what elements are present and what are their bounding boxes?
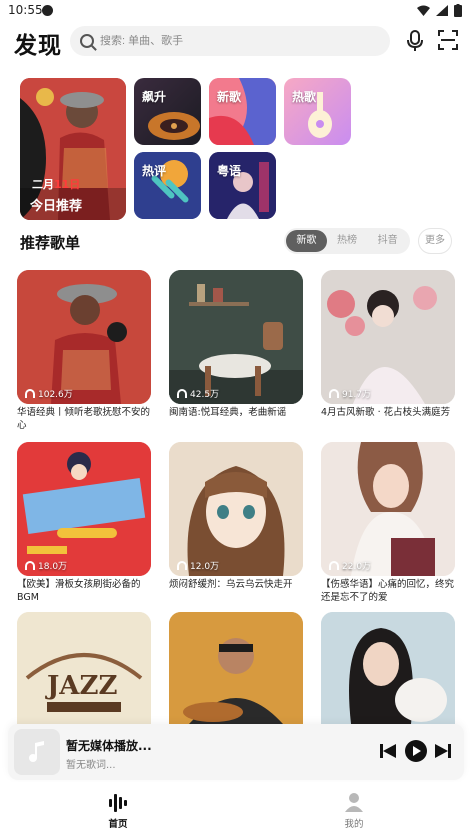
playlist-cover: 18.0万 [17, 442, 151, 576]
signal-icon [436, 5, 448, 16]
wifi-icon [417, 5, 430, 16]
previous-track-icon[interactable] [380, 744, 396, 758]
cantonese-tile[interactable]: 粤语 [209, 152, 276, 219]
hot-songs-tile[interactable]: 热歌 [284, 78, 351, 145]
headphone-icon [25, 389, 35, 398]
player-lyric: 暂无歌词... [66, 760, 116, 771]
header: 发现 [0, 24, 472, 60]
play-count: 91.7万 [329, 387, 371, 400]
more-button[interactable]: 更多 [418, 228, 452, 254]
playlist-card[interactable]: 18.0万 【欧美】滑板女孩刷街必备的BGM [17, 442, 151, 604]
tab-new[interactable]: 新歌 [286, 230, 327, 252]
player-title: 暂无媒体播放... [66, 739, 152, 753]
cantonese-label: 粤语 [217, 164, 242, 178]
headphone-icon [177, 561, 187, 570]
playlist-cover [169, 612, 303, 724]
music-note-icon [29, 741, 44, 762]
playlist-card[interactable] [321, 612, 455, 724]
hot-comments-tile[interactable]: 热评 [134, 152, 201, 219]
player-artwork [14, 729, 60, 775]
rising-label: 飙升 [142, 90, 167, 104]
hot-songs-label: 热歌 [292, 90, 317, 104]
discover-screen: 10:55 发现 搜索: 单曲、歌手 二月11日 今日推荐 飙升 新歌 热歌 热… [0, 0, 472, 839]
hot-comments-label: 热评 [142, 164, 167, 178]
tab-douyin[interactable]: 抖音 [367, 230, 408, 252]
playlist-card[interactable]: 91.7万 4月古风新歌 · 花占枝头满庭芳 [321, 270, 455, 432]
notification-icon [42, 5, 53, 16]
featured-title: 今日推荐 [30, 199, 83, 214]
cover-art [169, 612, 303, 724]
play-count: 102.6万 [25, 387, 73, 400]
playlist-title: 【欧美】滑板女孩刷街必备的BGM [17, 579, 141, 603]
status-bar: 10:55 [0, 0, 472, 22]
rising-chart-tile[interactable]: 飙升 [134, 78, 201, 145]
nav-item-home[interactable]: 首页 [88, 792, 148, 830]
playlist-tab-group: 新歌 热榜 抖音 [284, 228, 410, 254]
play-count: 22.0万 [329, 559, 371, 572]
cover-art [17, 442, 151, 576]
nav-label-mine: 我的 [344, 819, 364, 830]
page-title: 发现 [14, 33, 62, 59]
gift-icon [36, 88, 54, 106]
headphone-icon [25, 561, 35, 570]
section-title: 推荐歌单 [20, 234, 81, 252]
playlist-title: 4月古风新歌 · 花占枝头满庭芳 [321, 407, 451, 418]
playlist-cover: 91.7万 [321, 270, 455, 404]
playlist-title: 烦闷舒缓剂：乌云乌云快走开 [169, 579, 293, 590]
daily-recommend-tile[interactable]: 二月11日 今日推荐 [20, 78, 126, 220]
featured-date: 二月11日 [32, 178, 81, 191]
playlist-card[interactable]: JAZZ [17, 612, 151, 724]
playlist-card[interactable] [169, 612, 303, 724]
battery-icon [454, 4, 462, 17]
play-count: 12.0万 [177, 559, 219, 572]
next-track-icon[interactable] [435, 744, 451, 758]
headphone-icon [329, 389, 339, 398]
play-icon[interactable] [405, 740, 427, 762]
cover-art [321, 612, 455, 724]
cover-art [321, 270, 455, 404]
new-songs-label: 新歌 [217, 90, 242, 104]
new-songs-tile[interactable]: 新歌 [209, 78, 276, 145]
playlist-card[interactable]: 42.5万 闽南语:悦耳经典，老曲新谣 [169, 270, 303, 432]
cover-art [321, 442, 455, 576]
playlist-cover: JAZZ [17, 612, 151, 724]
play-count: 42.5万 [177, 387, 219, 400]
search-icon [80, 34, 94, 48]
cover-art [169, 442, 303, 576]
playlist-card[interactable]: 22.0万 【伤感华语】心痛的回忆，终究还是忘不了的爱 [321, 442, 455, 604]
svg-text:JAZZ: JAZZ [45, 671, 117, 701]
scan-icon[interactable] [438, 30, 458, 50]
cover-art [169, 270, 303, 404]
tab-hot[interactable]: 热榜 [327, 230, 368, 252]
microphone-icon[interactable] [406, 30, 424, 52]
cover-art [17, 270, 151, 404]
bottom-navigation: 首页 我的 [0, 782, 472, 839]
user-icon [345, 793, 363, 812]
search-bar[interactable] [70, 26, 390, 56]
waveform-icon [109, 794, 127, 812]
cover-art: JAZZ [17, 612, 151, 724]
play-count: 18.0万 [25, 559, 67, 572]
playlist-title: 华语经典丨倾听老歌抚慰不安的心 [17, 407, 151, 431]
playlist-cover: 22.0万 [321, 442, 455, 576]
playlist-title: 闽南语:悦耳经典，老曲新谣 [169, 407, 287, 418]
mini-player[interactable]: 暂无媒体播放... 暂无歌词... [8, 724, 464, 780]
nav-item-mine[interactable]: 我的 [324, 792, 384, 830]
playlist-cover: 42.5万 [169, 270, 303, 404]
search-input[interactable] [100, 35, 370, 47]
status-time: 10:55 [8, 3, 43, 17]
playlist-title: 【伤感华语】心痛的回忆，终究还是忘不了的爱 [321, 579, 455, 603]
headphone-icon [177, 389, 187, 398]
playlist-cover: 12.0万 [169, 442, 303, 576]
playlist-cover: 102.6万 [17, 270, 151, 404]
playlist-cover [321, 612, 455, 724]
nav-label-home: 首页 [108, 819, 128, 830]
playlist-card[interactable]: 12.0万 烦闷舒缓剂：乌云乌云快走开 [169, 442, 303, 604]
playlist-card[interactable]: 102.6万 华语经典丨倾听老歌抚慰不安的心 [17, 270, 151, 432]
headphone-icon [329, 561, 339, 570]
